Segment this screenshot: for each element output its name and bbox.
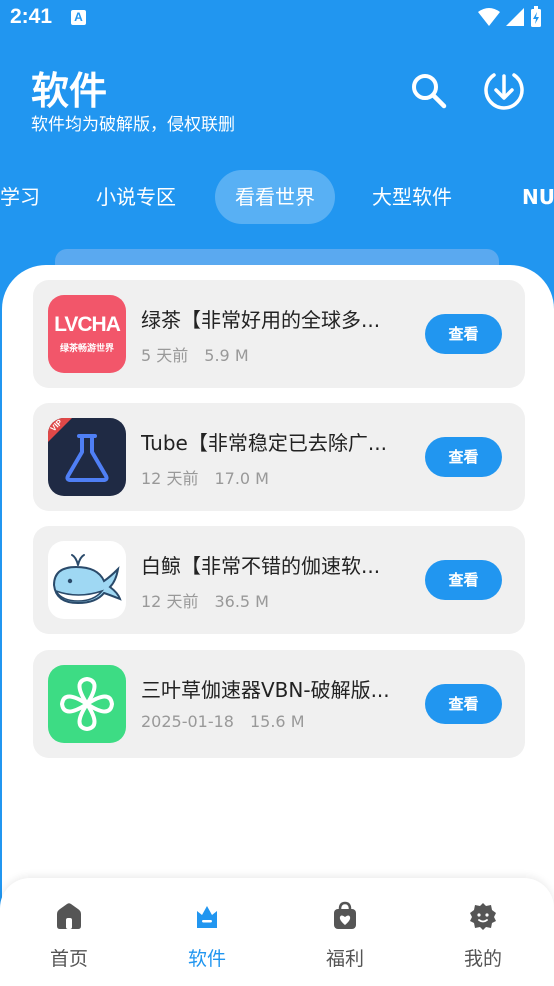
bottom-nav: 首页 软件 福利 我的: [0, 878, 554, 986]
app-age: 5 天前: [141, 346, 189, 365]
app-age: 12 天前: [141, 469, 199, 488]
home-icon: [57, 903, 81, 929]
app-meta: 2025-01-18 15.6 M: [141, 712, 305, 731]
flask-icon: [48, 418, 109, 482]
nav-home[interactable]: 首页: [0, 878, 138, 986]
category-tabs: 学习 小说专区 看看世界 大型软件 NUI: [0, 170, 554, 226]
clover-icon: [59, 676, 115, 732]
app-size: 5.9 M: [204, 346, 249, 365]
battery-icon: [531, 6, 541, 27]
tab-study[interactable]: 学习: [0, 170, 60, 224]
view-button[interactable]: 查看: [425, 560, 502, 600]
app-age: 12 天前: [141, 592, 199, 611]
profile-icon: [470, 903, 496, 930]
wifi-icon: [478, 8, 500, 26]
nav-welfare[interactable]: 福利: [276, 878, 414, 986]
app-card[interactable]: 三叶草伽速器VBN-破解版... 2025-01-18 15.6 M 查看: [33, 650, 525, 758]
status-icons: [478, 6, 542, 28]
whale-icon: [52, 554, 122, 605]
app-size: 17.0 M: [214, 469, 269, 488]
app-card[interactable]: VIP Tube【非常稳定已去除广... 12 天前 17.0 M 查看: [33, 403, 525, 511]
view-button[interactable]: 查看: [425, 437, 502, 477]
app-name: 白鲸【非常不错的伽速软...: [141, 554, 381, 578]
page-subtitle: 软件均为破解版，侵权联删: [31, 115, 235, 135]
nav-mine[interactable]: 我的: [414, 878, 552, 986]
app-meta: 5 天前 5.9 M: [141, 342, 249, 366]
view-button[interactable]: 查看: [425, 314, 502, 354]
search-icon: [412, 74, 447, 109]
view-button[interactable]: 查看: [425, 684, 502, 724]
app-name: 绿茶【非常好用的全球多...: [141, 308, 381, 332]
status-bar: 2:41 A: [0, 0, 554, 38]
app-size: 36.5 M: [214, 592, 269, 611]
signal-icon: [506, 8, 524, 26]
app-meta: 12 天前 17.0 M: [141, 465, 269, 489]
whale-app-icon: [48, 541, 126, 619]
tab-large-software[interactable]: 大型软件: [352, 170, 472, 224]
app-card[interactable]: 白鲸【非常不错的伽速软... 12 天前 36.5 M 查看: [33, 526, 525, 634]
gift-bag-icon: [334, 901, 356, 929]
app-size: 15.6 M: [249, 712, 305, 731]
app-name: 三叶草伽速器VBN-破解版...: [141, 678, 390, 702]
download-icon: [484, 73, 524, 110]
clover-app-icon: [48, 665, 126, 743]
tab-see-world[interactable]: 看看世界: [215, 170, 335, 224]
status-time: 2:41: [10, 5, 53, 28]
app-name: Tube【非常稳定已去除广...: [141, 431, 387, 455]
search-button[interactable]: [408, 70, 450, 112]
flask-app-icon: VIP: [48, 418, 126, 496]
software-icon: [197, 906, 217, 928]
app-meta: 12 天前 36.5 M: [141, 588, 269, 612]
tab-nui[interactable]: NUI: [502, 170, 554, 224]
tab-novels[interactable]: 小说专区: [76, 170, 196, 224]
app-age: 2025-01-18: [141, 712, 234, 731]
nav-software[interactable]: 软件: [138, 878, 276, 986]
page-title: 软件: [31, 69, 108, 113]
notification-icon: A: [71, 10, 86, 25]
download-button[interactable]: [481, 68, 527, 114]
lvcha-app-icon: LVCHA 绿茶畅游世界: [48, 295, 126, 373]
app-card[interactable]: LVCHA 绿茶畅游世界 绿茶【非常好用的全球多... 5 天前 5.9 M 查看: [33, 280, 525, 388]
